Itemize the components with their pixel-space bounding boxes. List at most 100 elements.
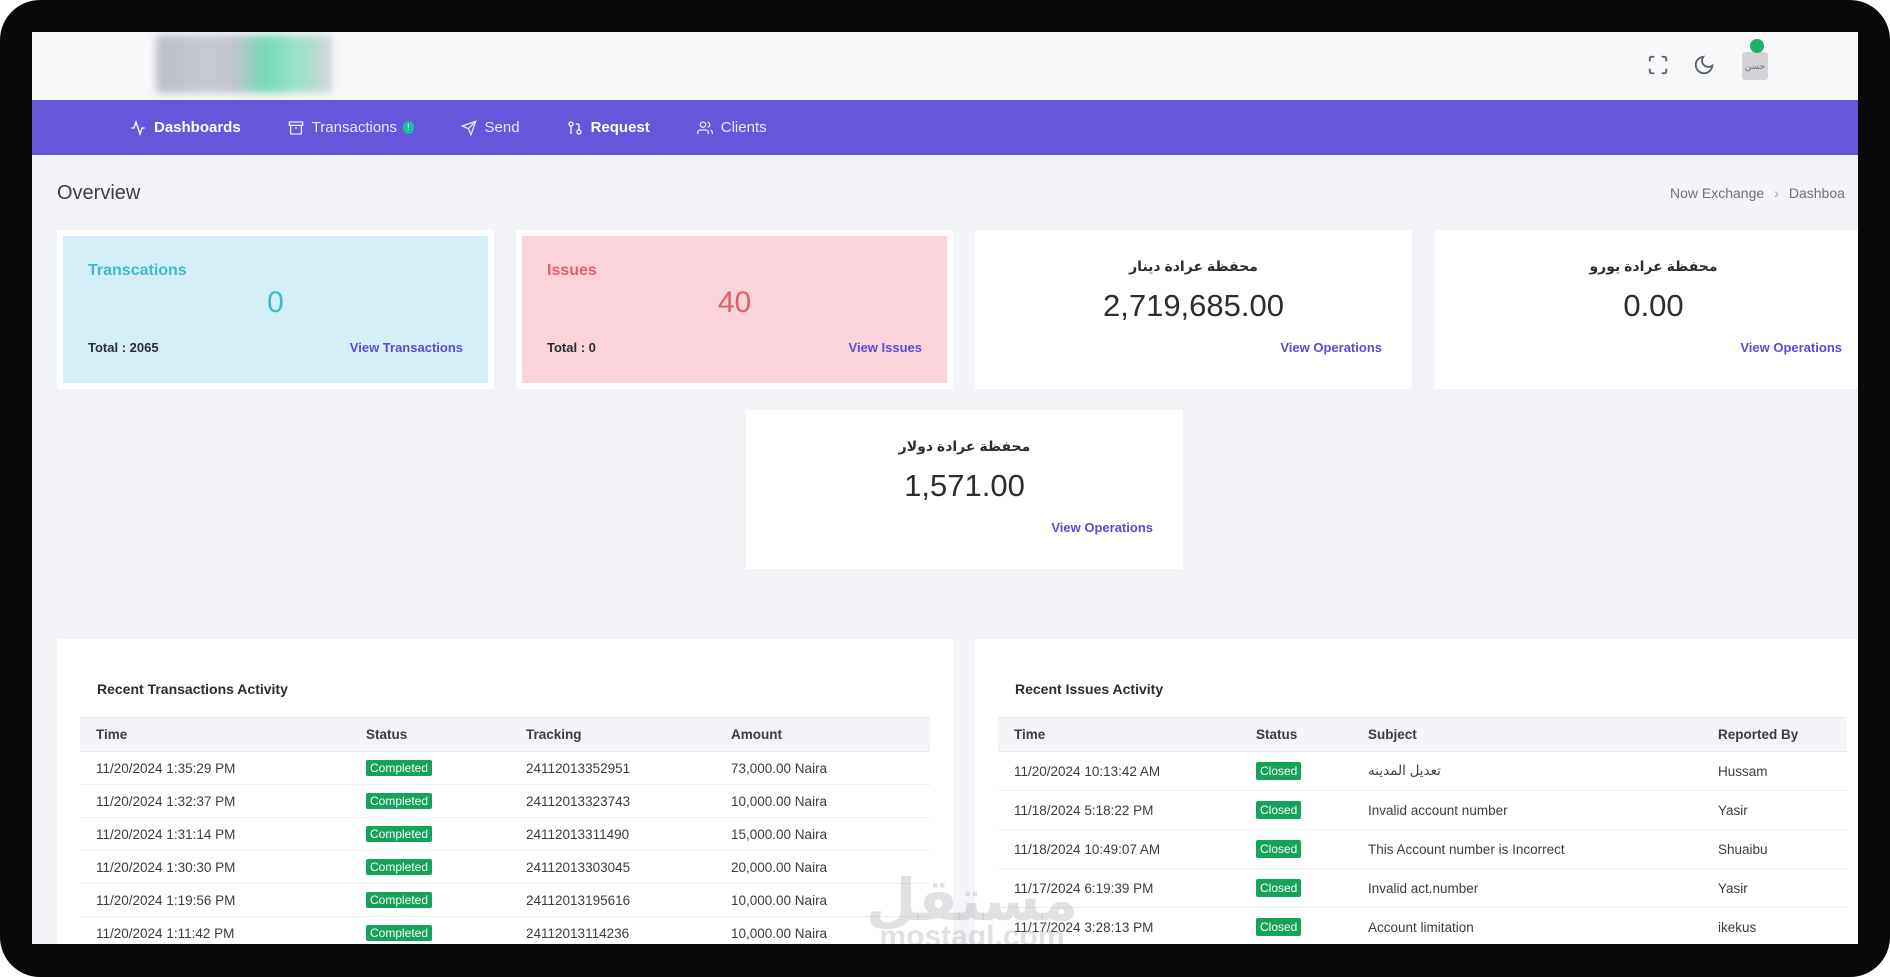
cell-subject: Account limitation [1352,907,1702,944]
status-badge: Completed [366,859,433,875]
cell-status: Closed [1240,790,1352,830]
table-row[interactable]: 11/20/2024 1:19:56 PM Completed 2411201319… [80,883,930,917]
cell-time: 11/20/2024 10:13:42 AM [998,751,1240,791]
wallet-euro-view-operations-link[interactable]: View Operations [1740,340,1842,355]
cell-status: Closed [1240,829,1352,869]
cell-status: Closed [1240,907,1352,944]
avatar-initials: حسن [1744,60,1766,71]
recent-issues-table: Time Status Subject Reported By 11/20/20… [998,717,1847,944]
moon-icon[interactable] [1687,48,1721,82]
table-row[interactable]: 11/17/2024 6:19:39 PM Closed Invalid act.n… [998,868,1847,908]
column-header-subject[interactable]: Subject [1352,717,1702,752]
table-header-row: Time Status Subject Reported By [998,717,1847,752]
table-row[interactable]: 11/20/2024 1:32:37 PM Completed 2411201332… [80,784,930,818]
nav-request-label: Request [590,119,650,136]
table-row[interactable]: 11/18/2024 10:49:07 AM Closed This Account… [998,829,1847,869]
main-navbar: Dashboards Transactions ! Send Request C… [32,100,1858,155]
cell-time: 11/20/2024 1:30:30 PM [80,850,350,884]
recent-transactions-body: 11/20/2024 1:35:29 PM Completed 2411201335… [80,751,930,944]
cell-time: 11/20/2024 1:31:14 PM [80,817,350,851]
column-header-reported-by[interactable]: Reported By [1702,717,1847,752]
cell-time: 11/20/2024 1:19:56 PM [80,883,350,917]
column-header-tracking[interactable]: Tracking [510,717,715,752]
cell-reported-by: Yasir [1702,868,1847,908]
nav-request[interactable]: Request [567,119,650,136]
table-row[interactable]: 11/20/2024 1:31:14 PM Completed 2411201331… [80,817,930,851]
status-badge: Completed [366,826,433,842]
nav-clients[interactable]: Clients [696,119,767,136]
cell-amount: 20,000.00 Naira [715,850,930,884]
cell-amount: 10,000.00 Naira [715,784,930,818]
issues-stat-total: Total : 0 [547,340,596,355]
cell-reported-by: ikekus [1702,907,1847,944]
nav-send-label: Send [484,119,520,136]
table-row[interactable]: 11/20/2024 10:13:42 AM Closed تعديل المدين… [998,751,1847,791]
transactions-stat-value: 0 [267,286,284,319]
cell-tracking: 24112013195616 [510,883,715,917]
archive-icon [288,120,304,135]
view-transactions-link[interactable]: View Transactions [350,340,463,355]
status-badge: Completed [366,892,433,908]
wallet-dinar-label: محفظة عرادة دينار [1129,258,1258,274]
git-pull-request-icon [567,120,582,135]
users-icon [696,120,713,134]
fullscreen-icon[interactable] [1641,48,1675,82]
transactions-stat-label: Transcations [88,262,187,279]
breadcrumb-home[interactable]: Now Exchange [1670,185,1764,201]
cell-tracking: 24112013114236 [510,916,715,944]
app-screen: حسن Dashboards Transactions ! Send Reque… [32,32,1858,944]
brand-logo[interactable] [156,35,332,93]
avatar[interactable]: حسن [1742,52,1768,80]
nav-send[interactable]: Send [460,119,520,136]
issues-stat-value: 40 [717,286,752,319]
wallet-dollar-value: 1,571.00 [904,468,1025,503]
cell-tracking: 24112013323743 [510,784,715,818]
nav-dashboards-label: Dashboards [154,119,241,136]
wallet-card-dollar: محفظة عرادة دولار 1,571.00 View Operatio… [746,410,1183,569]
cell-time: 11/20/2024 1:32:37 PM [80,784,350,818]
status-badge: Completed [366,793,433,809]
cell-tracking: 24112013311490 [510,817,715,851]
nav-transactions-badge: ! [403,121,414,134]
cell-status: Completed [350,751,510,785]
cell-status: Completed [350,883,510,917]
table-row[interactable]: 11/20/2024 1:30:30 PM Completed 2411201330… [80,850,930,884]
table-row[interactable]: 11/20/2024 1:11:42 PM Completed 2411201311… [80,916,930,944]
cell-reported-by: Hussam [1702,751,1847,791]
nav-clients-label: Clients [720,119,767,136]
recent-transactions-title: Recent Transactions Activity [97,681,288,697]
cell-status: Completed [350,817,510,851]
issues-stat-card: Issues 40 Total : 0 View Issues [516,230,953,389]
column-header-time[interactable]: Time [998,717,1240,752]
table-row[interactable]: 11/20/2024 1:35:29 PM Completed 2411201335… [80,751,930,785]
table-row[interactable]: 11/17/2024 3:28:13 PM Closed Account limit… [998,907,1847,944]
top-bar: حسن [32,32,1858,100]
table-row[interactable]: 11/18/2024 5:18:22 PM Closed Invalid accou… [998,790,1847,830]
wallet-dinar-view-operations-link[interactable]: View Operations [1280,340,1382,355]
nav-transactions[interactable]: Transactions ! [288,119,414,136]
online-status-dot [1750,39,1764,53]
status-badge: Completed [366,925,433,941]
nav-dashboards[interactable]: Dashboards [130,119,241,136]
breadcrumb-current: Dashboa [1788,185,1845,201]
cell-time: 11/20/2024 1:11:42 PM [80,916,350,944]
view-issues-link[interactable]: View Issues [849,340,922,355]
status-badge: Closed [1256,879,1302,897]
cell-time: 11/20/2024 1:35:29 PM [80,751,350,785]
recent-issues-title: Recent Issues Activity [1015,681,1164,697]
cell-subject: Invalid account number [1352,790,1702,830]
cell-status: Completed [350,784,510,818]
cell-subject: This Account number is Incorrect [1352,829,1702,869]
cell-time: 11/17/2024 3:28:13 PM [998,907,1240,944]
breadcrumb-separator: › [1774,185,1779,201]
cell-status: Completed [350,916,510,944]
cell-status: Closed [1240,868,1352,908]
cell-reported-by: Shuaibu [1702,829,1847,869]
column-header-time[interactable]: Time [80,717,350,752]
column-header-amount[interactable]: Amount [715,717,930,752]
column-header-status[interactable]: Status [350,717,510,752]
column-header-status[interactable]: Status [1240,717,1352,752]
wallet-dollar-view-operations-link[interactable]: View Operations [1051,520,1153,535]
activity-icon [131,119,145,136]
status-badge: Closed [1256,801,1302,819]
